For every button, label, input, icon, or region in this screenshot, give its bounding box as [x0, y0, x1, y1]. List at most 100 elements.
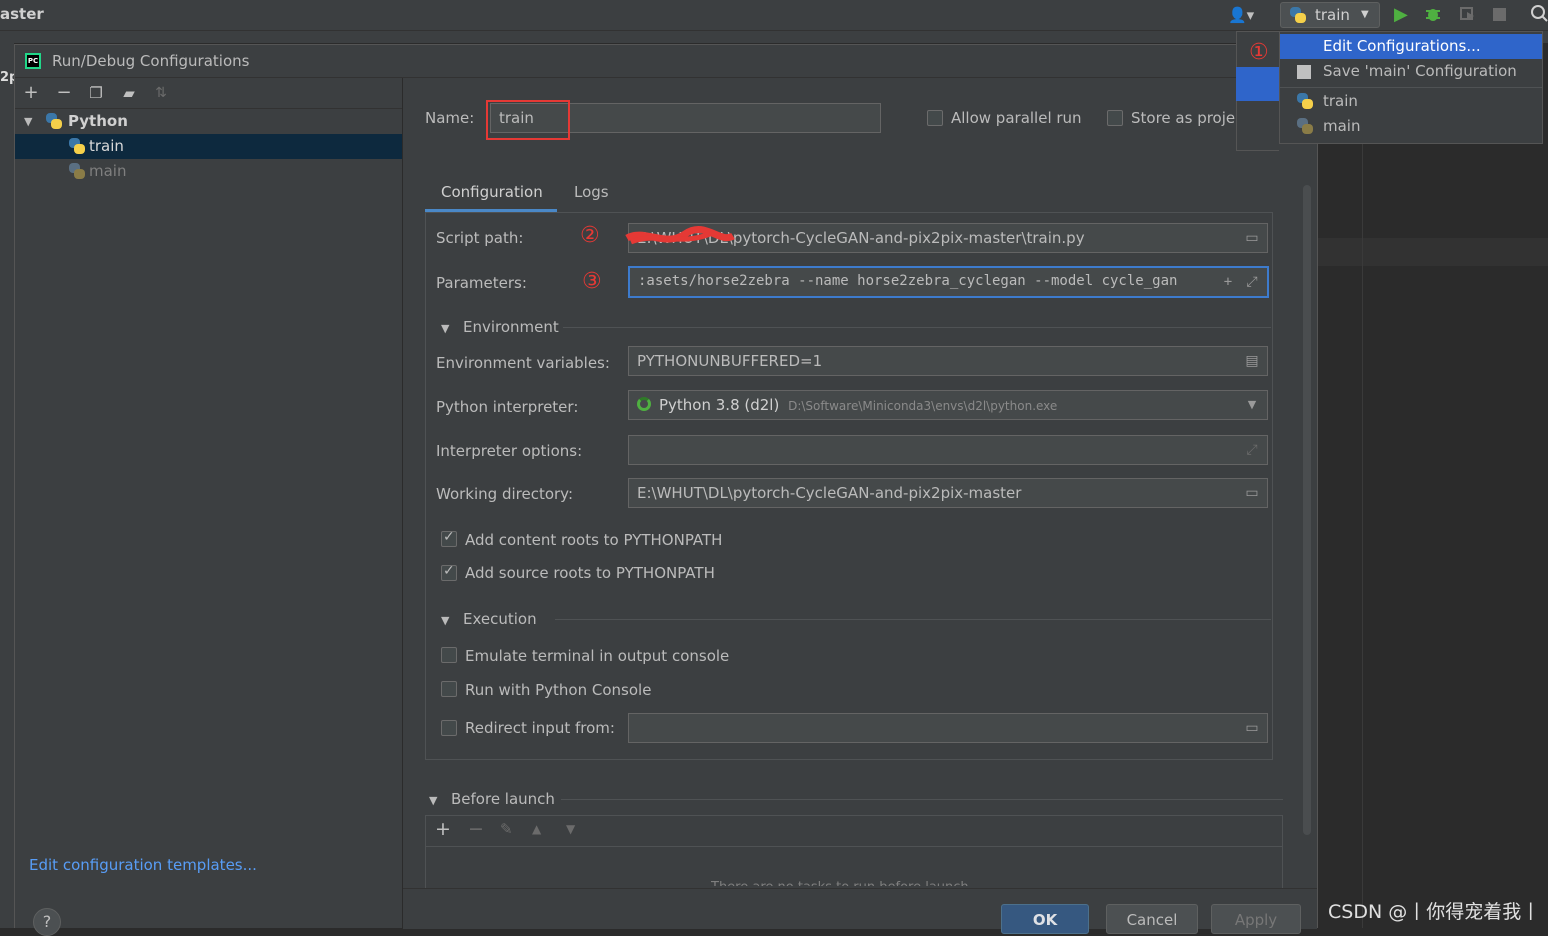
- menu-item-label: Edit Configurations...: [1323, 37, 1481, 55]
- expand-icon[interactable]: ⤢: [1243, 441, 1261, 459]
- add-icon[interactable]: +: [19, 81, 43, 105]
- working-dir-input[interactable]: E:\WHUT\DL\pytorch-CycleGAN-and-pix2pix-…: [628, 478, 1268, 508]
- plus-icon[interactable]: +: [1219, 273, 1237, 291]
- watermark: CSDN @丨你得宠着我丨: [1328, 901, 1541, 923]
- ok-button[interactable]: OK: [1001, 904, 1089, 934]
- scrollbar[interactable]: [1303, 185, 1311, 835]
- parameters-value: :asets/horse2zebra --name horse2zebra_cy…: [638, 273, 1178, 289]
- store-project-checkbox[interactable]: [1107, 110, 1123, 126]
- run-config-combo[interactable]: train ▼: [1280, 2, 1380, 28]
- emulate-terminal-checkbox[interactable]: [441, 647, 457, 663]
- chevron-down-icon[interactable]: ▼: [1243, 396, 1261, 414]
- chevron-down-icon[interactable]: ▼: [24, 109, 32, 134]
- before-launch-section[interactable]: Before launch: [451, 790, 555, 808]
- redirect-input-checkbox[interactable]: [441, 720, 457, 736]
- apply-button[interactable]: Apply: [1211, 904, 1301, 934]
- tree-toolbar: + − ❐ ▰ ⇅: [15, 78, 402, 109]
- help-button[interactable]: ?: [33, 908, 61, 936]
- tree-item-label: train: [89, 137, 124, 155]
- stop-icon[interactable]: [1493, 8, 1506, 21]
- menu-item-edit-configurations[interactable]: Edit Configurations...: [1280, 34, 1542, 59]
- interp-options-label: Interpreter options:: [436, 442, 583, 460]
- remove-icon[interactable]: −: [468, 818, 484, 840]
- name-label: Name:: [425, 109, 475, 127]
- folder-icon[interactable]: ▭: [1243, 719, 1261, 737]
- config-tree-panel: + − ❐ ▰ ⇅ ▼ Python train main Edit confi…: [15, 78, 403, 936]
- annotation-3: ③: [582, 269, 602, 294]
- chevron-down-icon[interactable]: ▼: [429, 794, 437, 807]
- python-icon: [1290, 7, 1306, 23]
- environment-section[interactable]: Environment: [463, 318, 559, 336]
- editor-current-line: [1318, 238, 1548, 266]
- divider: [563, 327, 1271, 328]
- dialog-titlebar: PC Run/Debug Configurations: [15, 45, 1317, 78]
- working-dir-label: Working directory:: [436, 485, 574, 503]
- popup-highlight-strip: [1236, 67, 1279, 101]
- tree-group-python[interactable]: ▼ Python: [15, 109, 402, 134]
- run-debug-dialog: PC Run/Debug Configurations + − ❐ ▰ ⇅ ▼ …: [14, 44, 1318, 936]
- debug-icon[interactable]: [1424, 5, 1442, 23]
- tab-logs[interactable]: Logs: [574, 183, 609, 201]
- pycharm-icon: PC: [25, 53, 41, 69]
- content-roots-checkbox[interactable]: [441, 529, 457, 547]
- python-icon: [69, 138, 85, 154]
- edit-templates-link[interactable]: Edit configuration templates...: [29, 856, 257, 874]
- menu-item-train[interactable]: train: [1280, 89, 1542, 114]
- folder-add-icon[interactable]: ▰: [117, 81, 141, 105]
- python-icon: [46, 113, 62, 129]
- chevron-down-icon[interactable]: ▼: [441, 322, 449, 335]
- list-icon[interactable]: ▤: [1243, 352, 1261, 370]
- tree-group-label: Python: [68, 112, 128, 130]
- python-icon: [69, 163, 85, 179]
- edit-icon[interactable]: ✎: [500, 820, 513, 838]
- loading-icon: [637, 397, 651, 411]
- tab-configuration[interactable]: Configuration: [441, 183, 543, 201]
- divider: [561, 799, 1283, 800]
- menu-item-label: train: [1323, 92, 1358, 110]
- folder-icon[interactable]: ▭: [1243, 229, 1261, 247]
- redirect-input-field[interactable]: ▭: [628, 713, 1268, 743]
- interpreter-name: Python 3.8 (d2l): [659, 396, 780, 414]
- add-icon[interactable]: +: [435, 818, 451, 840]
- annotation-1: ①: [1249, 40, 1269, 65]
- parameters-input[interactable]: :asets/horse2zebra --name horse2zebra_cy…: [628, 266, 1269, 298]
- store-project-label: Store as projec: [1131, 109, 1244, 127]
- tree-item-main[interactable]: main: [15, 159, 402, 184]
- interp-options-input[interactable]: ⤢: [628, 435, 1268, 465]
- run-icon[interactable]: ▶: [1394, 4, 1408, 25]
- allow-parallel-checkbox[interactable]: [927, 110, 943, 126]
- menu-item-save-configuration[interactable]: Save 'main' Configuration: [1280, 59, 1542, 84]
- divider: [555, 619, 1271, 620]
- interpreter-select[interactable]: Python 3.8 (d2l) D:\Software\Miniconda3\…: [628, 390, 1268, 420]
- before-launch-toolbar: + − ✎ ▲ ▼: [426, 816, 1282, 847]
- cancel-button[interactable]: Cancel: [1106, 904, 1198, 934]
- source-roots-checkbox[interactable]: [441, 563, 457, 581]
- arrow-up-icon[interactable]: ▲: [532, 822, 541, 836]
- dialog-title: Run/Debug Configurations: [52, 52, 250, 70]
- editor-gutter-line: [1362, 140, 1363, 928]
- tree-item-train[interactable]: train: [15, 134, 402, 159]
- coverage-icon[interactable]: [1458, 5, 1476, 23]
- env-vars-input[interactable]: PYTHONUNBUFFERED=1 ▤: [628, 346, 1268, 376]
- redirect-input-label: Redirect input from:: [465, 719, 615, 737]
- vcs-user-icon[interactable]: 👤▾: [1228, 6, 1254, 24]
- python-console-checkbox[interactable]: [441, 681, 457, 697]
- arrow-down-icon[interactable]: ▼: [566, 822, 575, 836]
- python-icon: [1297, 93, 1313, 109]
- expand-icon[interactable]: ⤢: [1243, 273, 1261, 291]
- interpreter-path: D:\Software\Miniconda3\envs\d2l\python.e…: [788, 399, 1058, 413]
- execution-section[interactable]: Execution: [463, 610, 537, 628]
- folder-icon[interactable]: ▭: [1243, 484, 1261, 502]
- parameters-label: Parameters:: [436, 274, 527, 292]
- remove-icon[interactable]: −: [52, 81, 76, 105]
- menu-item-main[interactable]: main: [1280, 114, 1542, 139]
- content-roots-label: Add content roots to PYTHONPATH: [465, 531, 723, 549]
- copy-icon[interactable]: ❐: [84, 81, 108, 105]
- python-icon: [1297, 118, 1313, 134]
- search-icon[interactable]: [1530, 3, 1548, 23]
- chevron-down-icon[interactable]: ▼: [441, 614, 449, 627]
- menu-item-label: main: [1323, 117, 1361, 135]
- run-config-popup: Edit Configurations... Save 'main' Confi…: [1279, 31, 1543, 144]
- branch-label: aster: [0, 5, 44, 23]
- sort-icon[interactable]: ⇅: [149, 81, 173, 105]
